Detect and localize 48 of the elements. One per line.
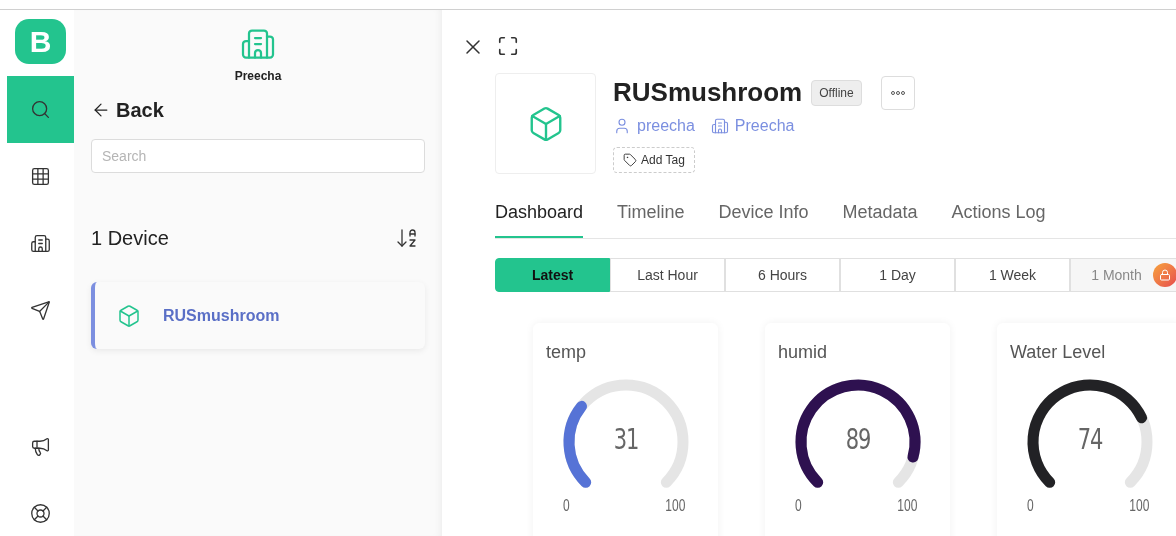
back-button[interactable]: Back [91, 95, 164, 125]
time-range-button[interactable]: 6 Hours [725, 258, 840, 292]
sort-icon[interactable] [395, 226, 419, 250]
status-badge: Offline [811, 79, 862, 106]
cube-icon [117, 303, 141, 328]
lifebuoy-icon [30, 503, 51, 524]
gauge-max: 100 [665, 496, 686, 516]
building-icon [30, 233, 51, 254]
tag-icon [623, 153, 637, 167]
expand-icon[interactable] [497, 35, 519, 57]
device-title: RUSmushroom [613, 76, 803, 109]
tab[interactable]: Metadata [842, 199, 918, 238]
user-icon [613, 117, 631, 135]
tab[interactable]: Device Info [718, 199, 809, 238]
send-icon [30, 300, 51, 321]
add-tag-button[interactable]: Add Tag [613, 147, 695, 173]
tab[interactable]: Dashboard [495, 199, 584, 238]
gauge-min: 0 [795, 496, 802, 516]
device-name: RUSmushroom [163, 305, 280, 326]
time-range-button[interactable]: Latest [495, 258, 610, 292]
gauge-min: 0 [563, 496, 570, 516]
tab[interactable]: Timeline [617, 199, 685, 238]
building-icon [710, 117, 729, 135]
more-icon [890, 90, 905, 95]
megaphone-icon [30, 436, 51, 457]
device-list-item[interactable]: RUSmushroom [91, 282, 425, 349]
gauge-title: humid [778, 341, 828, 364]
search-field[interactable]: Search [91, 139, 425, 173]
gauge-value: 31 [612, 424, 639, 456]
search-icon [30, 99, 51, 120]
org-link[interactable]: Preecha [734, 114, 795, 138]
gauge-max: 100 [1129, 496, 1150, 516]
time-range-button[interactable]: Last Hour [610, 258, 725, 292]
gauge-min: 0 [1027, 496, 1034, 516]
gauge-max: 100 [897, 496, 918, 516]
gauge-value: 74 [1076, 424, 1104, 456]
building-icon [240, 26, 276, 62]
gauge-title: Water Level [1010, 341, 1106, 364]
time-range-button[interactable]: 1 Week [955, 258, 1070, 292]
time-range-button[interactable]: 1 Day [840, 258, 955, 292]
owner-link[interactable]: preecha [637, 114, 695, 138]
grid-icon [30, 166, 51, 187]
lock-icon [1159, 269, 1171, 281]
tab[interactable]: Actions Log [951, 199, 1046, 238]
gauge-title: temp [546, 341, 587, 364]
gauge-value: 89 [844, 424, 871, 456]
org-name: Preecha [234, 68, 282, 85]
device-count: 1 Device [91, 226, 169, 251]
